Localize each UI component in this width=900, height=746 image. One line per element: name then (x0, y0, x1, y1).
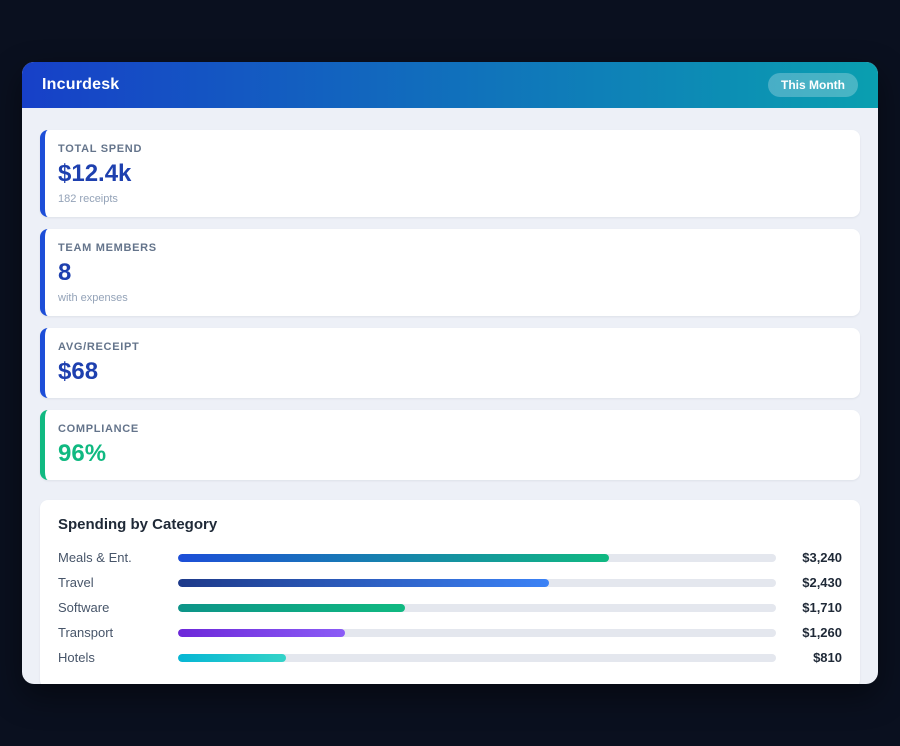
stat-label: COMPLIANCE (58, 423, 842, 435)
category-label: Travel (58, 575, 178, 590)
bar-fill-travel (178, 579, 549, 587)
category-label: Software (58, 600, 178, 615)
bar-track (178, 604, 776, 612)
category-row-hotels: Hotels $810 (58, 645, 842, 670)
bar-track (178, 629, 776, 637)
stat-card-total-spend: TOTAL SPEND $12.4k 182 receipts (40, 130, 860, 217)
stat-label: TOTAL SPEND (58, 143, 842, 155)
spending-by-category-card: Spending by Category Meals & Ent. $3,240… (40, 500, 860, 684)
period-badge[interactable]: This Month (768, 73, 858, 97)
category-value: $810 (776, 650, 842, 665)
app-title: Incurdesk (42, 76, 119, 94)
stat-subtext: 182 receipts (58, 193, 842, 205)
stat-value: $68 (58, 358, 842, 386)
stat-card-compliance: COMPLIANCE 96% (40, 410, 860, 480)
bar-fill-transport (178, 629, 345, 637)
bar-fill-software (178, 604, 405, 612)
app-header: Incurdesk This Month (22, 62, 878, 108)
bar-track (178, 579, 776, 587)
category-row-travel: Travel $2,430 (58, 570, 842, 595)
bar-track (178, 554, 776, 562)
chart-title: Spending by Category (58, 516, 842, 533)
category-value: $1,260 (776, 625, 842, 640)
category-label: Hotels (58, 650, 178, 665)
category-value: $3,240 (776, 550, 842, 565)
stat-subtext: with expenses (58, 292, 842, 304)
category-row-transport: Transport $1,260 (58, 620, 842, 645)
stat-label: AVG/RECEIPT (58, 341, 842, 353)
stat-value: 8 (58, 259, 842, 287)
dashboard-panel: Incurdesk This Month TOTAL SPEND $12.4k … (22, 62, 878, 684)
page-background: { "header": { "title": "Incurdesk", "bad… (0, 0, 900, 746)
stat-label: TEAM MEMBERS (58, 242, 842, 254)
category-label: Transport (58, 625, 178, 640)
category-value: $2,430 (776, 575, 842, 590)
stat-value: $12.4k (58, 160, 842, 188)
bar-track (178, 654, 776, 662)
stat-card-avg-receipt: AVG/RECEIPT $68 (40, 328, 860, 398)
bar-fill-meals (178, 554, 609, 562)
category-label: Meals & Ent. (58, 550, 178, 565)
category-row-meals: Meals & Ent. $3,240 (58, 545, 842, 570)
bar-fill-hotels (178, 654, 286, 662)
dashboard-content: TOTAL SPEND $12.4k 182 receipts TEAM MEM… (22, 108, 878, 684)
category-value: $1,710 (776, 600, 842, 615)
stat-value: 96% (58, 440, 842, 468)
stat-card-team-members: TEAM MEMBERS 8 with expenses (40, 229, 860, 316)
category-row-software: Software $1,710 (58, 595, 842, 620)
